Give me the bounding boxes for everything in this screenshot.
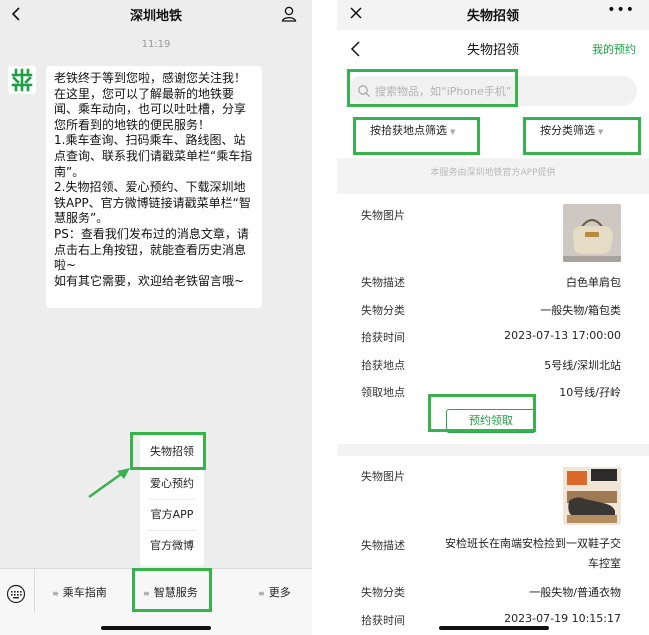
shoes-image-icon xyxy=(563,467,621,525)
pointer-arrow-icon xyxy=(88,468,130,498)
item-photo-bag[interactable] xyxy=(563,204,621,262)
message-timestamp: 11:19 xyxy=(141,39,171,50)
menu-dots-icon: ≡ xyxy=(258,589,265,598)
label-image: 失物图片 xyxy=(361,470,405,483)
more-options-icon[interactable]: ••• xyxy=(607,2,635,18)
label-image: 失物图片 xyxy=(361,209,405,222)
item-category: 一般失物/箱包类 xyxy=(540,304,621,317)
label-description: 失物描述 xyxy=(361,276,405,289)
highlight-box xyxy=(523,117,641,155)
home-indicator xyxy=(439,626,549,630)
my-booking-link[interactable]: 我的预约 xyxy=(592,41,636,57)
shenzhen-metro-logo[interactable] xyxy=(8,66,36,94)
label-category: 失物分类 xyxy=(361,586,405,599)
lost-found-page: 失物招领 我的预约 按拾获地点筛选▼ 按分类筛选▼ 本服务由深圳地铁官方APP提… xyxy=(337,30,649,635)
item-description: 安检班长在南端安检捡到一双鞋子交车控室 xyxy=(445,537,621,570)
item-found-time: 2023-07-13 17:00:00 xyxy=(504,329,621,342)
menu-label: 更多 xyxy=(268,586,291,599)
label-category: 失物分类 xyxy=(361,304,405,317)
highlight-box xyxy=(353,117,480,155)
bag-image-icon xyxy=(563,204,621,262)
chat-title: 深圳地铁 xyxy=(129,9,182,24)
keyboard-icon[interactable] xyxy=(6,584,26,604)
highlight-box xyxy=(130,432,206,470)
highlight-box xyxy=(428,394,536,432)
metro-logo-icon xyxy=(11,68,33,92)
label-description: 失物描述 xyxy=(361,539,405,552)
item-category: 一般失物/普通衣物 xyxy=(529,586,621,599)
menu-dots-icon: ≡ xyxy=(52,589,59,598)
notice-bar: 本服务由深圳地铁官方APP提供 xyxy=(337,158,649,186)
lost-item-card[interactable]: 失物图片 失物描述 安检班长在南端安检捡到一双鞋子交车控室 失物分类 一般失物/… xyxy=(347,456,635,635)
item-claim-place: 10号线/孖岭 xyxy=(559,386,621,399)
submenu-official-app[interactable]: 官方APP xyxy=(140,500,204,530)
label-claim-place: 领取地点 xyxy=(361,386,405,399)
label-found-time: 拾获时间 xyxy=(361,614,405,627)
chat-header: 深圳地铁 xyxy=(0,0,312,30)
highlight-box xyxy=(132,568,212,612)
wechat-chat-panel: 深圳地铁 11:19 老铁终于等到您啦，感谢您关注我！ 在这里，您可以了解最新的… xyxy=(0,0,312,635)
item-found-place: 5号线/深圳北站 xyxy=(544,359,621,372)
window-title: 失物招领 xyxy=(466,9,519,24)
menu-more[interactable]: ≡ 更多 xyxy=(258,583,291,603)
list-background xyxy=(337,444,649,456)
welcome-message: 老铁终于等到您啦，感谢您关注我！ 在这里，您可以了解最新的地铁要闻、乘车动向，也… xyxy=(46,66,262,308)
item-description: 白色单肩包 xyxy=(566,276,621,289)
service-notice: 本服务由深圳地铁官方APP提供 xyxy=(430,168,556,178)
menu-ride-guide[interactable]: ≡ 乘车指南 xyxy=(52,583,107,603)
item-found-time: 2023-07-19 10:15:17 xyxy=(504,612,621,625)
highlight-box xyxy=(347,69,518,107)
submenu-care-booking[interactable]: 爱心预约 xyxy=(140,469,204,499)
lost-found-panel: 失物招领 ••• 失物招领 我的预约 按拾获地点筛选▼ 按分类筛选▼ 本服务由深… xyxy=(337,0,649,635)
label-found-place: 拾获地点 xyxy=(361,359,405,372)
item-photo-shoes[interactable] xyxy=(563,467,621,525)
menu-label: 乘车指南 xyxy=(62,586,107,599)
home-indicator xyxy=(101,626,211,630)
label-found-time: 拾获时间 xyxy=(361,331,405,344)
miniprogram-header: 失物招领 ••• xyxy=(337,0,649,30)
profile-icon[interactable] xyxy=(280,5,298,23)
submenu-official-weibo[interactable]: 官方微博 xyxy=(140,531,204,561)
list-background xyxy=(337,186,649,194)
menu-divider xyxy=(34,569,35,613)
